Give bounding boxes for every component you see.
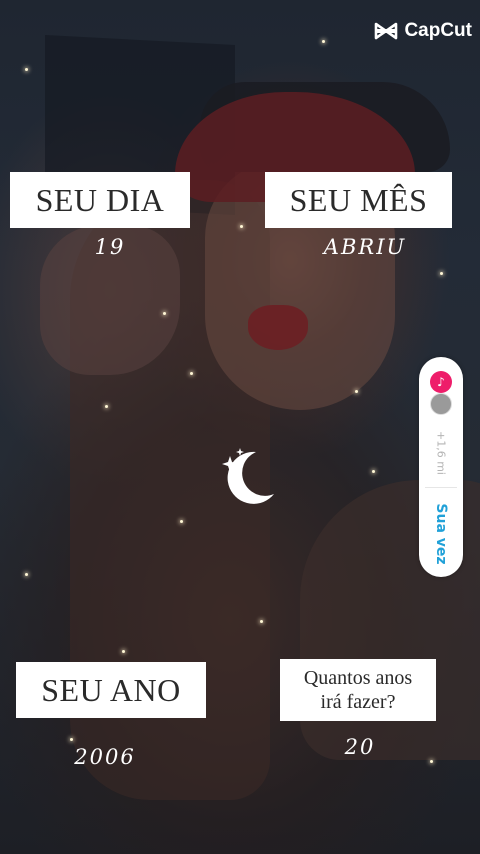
star-sparkle — [240, 225, 243, 228]
participants-count-text: +1,6 mi — [434, 431, 448, 475]
star-sparkle — [430, 760, 433, 763]
tiktok-sua-vez-pill[interactable]: ♪ +1,6 mi Sua vez — [419, 357, 463, 577]
star-sparkle — [180, 520, 183, 523]
star-sparkle — [105, 405, 108, 408]
star-sparkle — [70, 738, 73, 741]
video-frame: CapCut SEU DIA 19 SEU MÊS ABRIU SEU ANO … — [0, 0, 480, 854]
capcut-wordmark: CapCut — [404, 20, 472, 41]
label-seu-mes: SEU MÊS — [265, 172, 452, 228]
label-seu-dia: SEU DIA — [10, 172, 190, 228]
value-month: ABRIU — [323, 235, 407, 259]
star-sparkle — [25, 68, 28, 71]
crescent-moon-icon — [222, 448, 274, 504]
label-quantos-anos: Quantos anos irá fazer? — [280, 659, 436, 721]
label-quantos-anos-line2: irá fazer? — [320, 691, 396, 713]
star-sparkle — [25, 573, 28, 576]
label-seu-ano: SEU ANO — [16, 662, 206, 718]
value-day: 19 — [94, 235, 126, 259]
photo-lips — [248, 305, 308, 350]
sua-vez-label: Sua vez — [433, 503, 449, 565]
star-sparkle — [372, 470, 375, 473]
star-sparkle — [440, 272, 443, 275]
value-age: 20 — [344, 735, 376, 759]
star-sparkle — [163, 312, 166, 315]
tiktok-logo-icon: ♪ — [430, 371, 452, 393]
value-year: 2006 — [74, 745, 136, 769]
star-sparkle — [190, 372, 193, 375]
pill-divider — [425, 487, 457, 488]
label-seu-ano-text: SEU ANO — [41, 671, 181, 708]
capcut-logo-icon — [375, 22, 398, 40]
label-seu-mes-text: SEU MÊS — [289, 181, 428, 218]
star-sparkle — [355, 390, 358, 393]
capcut-watermark: CapCut — [374, 20, 472, 42]
star-sparkle — [260, 620, 263, 623]
star-sparkle — [322, 40, 325, 43]
sua-vez-button[interactable]: Sua vez — [419, 495, 463, 573]
star-sparkle — [122, 650, 125, 653]
label-seu-dia-text: SEU DIA — [35, 181, 165, 218]
participants-count: +1,6 mi — [419, 423, 463, 483]
label-quantos-anos-line1: Quantos anos — [303, 667, 413, 689]
avatar — [430, 393, 452, 415]
